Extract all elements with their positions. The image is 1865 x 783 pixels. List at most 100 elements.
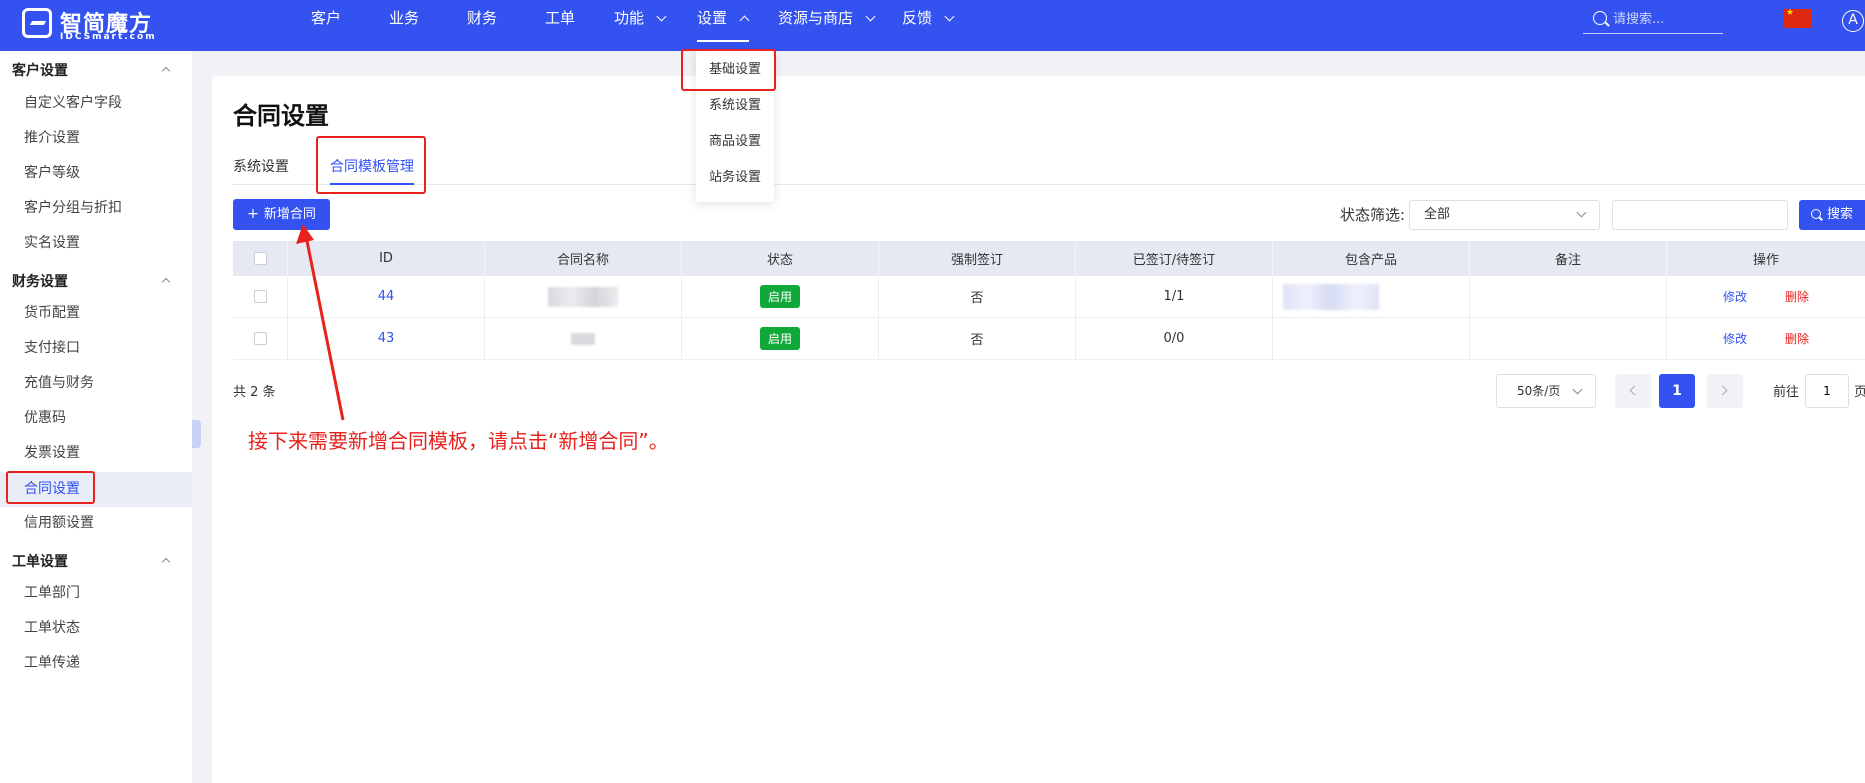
- header-contract-name: 合同名称: [485, 241, 682, 276]
- nav-label: 资源与商店: [778, 9, 854, 27]
- sidebar-item-invoice[interactable]: 发票设置: [0, 436, 192, 471]
- sidebar-group-finance[interactable]: 财务设置: [12, 271, 68, 291]
- status-filter-label: 状态筛选:: [1340, 206, 1406, 224]
- dropdown-item-product-settings[interactable]: 商品设置: [696, 127, 774, 157]
- goto-suffix: 页: [1854, 385, 1865, 400]
- nav-resources-store[interactable]: 资源与商店: [778, 0, 876, 36]
- status-badge: 启用: [759, 327, 800, 350]
- nav-ticket[interactable]: 工单: [545, 0, 575, 36]
- nav-label: 反馈: [902, 9, 933, 27]
- global-search: [1583, 4, 1723, 34]
- add-contract-button[interactable]: + 新增合同: [233, 199, 330, 230]
- cell-remark: [1470, 276, 1667, 317]
- select-all-checkbox[interactable]: [253, 252, 267, 265]
- cell-contract-name: [485, 276, 682, 317]
- nav-function[interactable]: 功能: [614, 0, 667, 36]
- sidebar-item-credit[interactable]: 信用额设置: [0, 506, 192, 541]
- sidebar-item-ticket-transfer[interactable]: 工单传递: [0, 646, 192, 681]
- delete-link[interactable]: 删除: [1785, 288, 1809, 305]
- global-search-input[interactable]: [1613, 8, 1718, 30]
- status-filter-select[interactable]: 全部: [1409, 200, 1600, 230]
- row-checkbox[interactable]: [253, 290, 267, 303]
- nav-finance[interactable]: 财务: [467, 0, 497, 36]
- tab-system-settings[interactable]: 系统设置: [233, 156, 289, 176]
- chevron-down-icon: [1576, 207, 1587, 218]
- nav-label: 设置: [697, 9, 728, 27]
- chevron-down-icon: [656, 11, 667, 22]
- tab-divider: [233, 184, 1865, 185]
- header-id: ID: [288, 241, 485, 276]
- cell-actions: 修改 删除: [1667, 318, 1865, 359]
- delete-link[interactable]: 删除: [1785, 330, 1809, 347]
- keyword-input[interactable]: [1612, 200, 1788, 230]
- sidebar-item-referral[interactable]: 推介设置: [0, 121, 192, 156]
- sidebar-item-coupon[interactable]: 优惠码: [0, 401, 192, 436]
- edit-link[interactable]: 修改: [1723, 288, 1747, 305]
- header-products: 包含产品: [1273, 241, 1470, 276]
- header-checkbox-cell: [233, 241, 288, 276]
- nav-label: 业务: [389, 9, 420, 27]
- nav-label: 功能: [614, 9, 645, 27]
- goto-page-input[interactable]: [1805, 374, 1849, 408]
- china-flag-icon[interactable]: [1783, 8, 1811, 28]
- chevron-down-icon: [865, 11, 876, 22]
- sidebar-item-ticket-status[interactable]: 工单状态: [0, 611, 192, 646]
- header-status: 状态: [682, 241, 879, 276]
- edit-link[interactable]: 修改: [1723, 330, 1747, 347]
- nav-customer[interactable]: 客户: [311, 0, 341, 36]
- cell-id: 43: [288, 318, 485, 359]
- dropdown-item-basic-settings[interactable]: 基础设置: [696, 55, 774, 85]
- nav-active-indicator: [697, 40, 749, 42]
- nav-settings[interactable]: 设置: [697, 0, 750, 36]
- brand-subtitle: IDCSmart.com: [60, 32, 157, 42]
- status-badge: 启用: [759, 285, 800, 308]
- cell-products: [1273, 318, 1470, 359]
- contract-id-link[interactable]: 44: [378, 289, 395, 304]
- sidebar-item-customer-group[interactable]: 客户分组与折扣: [0, 191, 192, 226]
- page-size-select[interactable]: 50条/页: [1496, 374, 1596, 408]
- cell-forced: 否: [879, 276, 1076, 317]
- nav-business[interactable]: 业务: [389, 0, 419, 36]
- tab-contract-template[interactable]: 合同模板管理: [330, 156, 414, 176]
- chevron-down-icon: [1572, 384, 1583, 395]
- header-remark: 备注: [1470, 241, 1667, 276]
- sidebar-item-custom-fields[interactable]: 自定义客户字段: [0, 86, 192, 121]
- page-size-value: 50条/页: [1517, 384, 1561, 398]
- sidebar-item-recharge[interactable]: 充值与财务: [0, 366, 192, 401]
- dropdown-item-site-settings[interactable]: 站务设置: [696, 163, 774, 193]
- nav-label: 工单: [545, 9, 576, 27]
- settings-dropdown-menu: 基础设置 系统设置 商品设置 站务设置: [696, 50, 774, 202]
- cell-actions: 修改 删除: [1667, 276, 1865, 317]
- search-icon: [1810, 209, 1821, 219]
- prev-page-button[interactable]: [1615, 374, 1651, 408]
- page-number-current[interactable]: 1: [1659, 374, 1695, 408]
- dropdown-item-system-settings[interactable]: 系统设置: [696, 91, 774, 121]
- sidebar-group-ticket[interactable]: 工单设置: [12, 551, 68, 571]
- chevron-up-icon[interactable]: [161, 66, 171, 76]
- sidebar-group-customer[interactable]: 客户设置: [12, 60, 68, 80]
- chevron-right-icon: [1717, 385, 1728, 396]
- search-icon[interactable]: [1593, 11, 1607, 25]
- top-navbar: 智简魔方 IDCSmart.com 客户 业务 财务 工单 功能 设置 资源与商…: [0, 0, 1865, 51]
- chevron-up-icon[interactable]: [161, 557, 171, 567]
- chevron-up-icon[interactable]: [161, 277, 171, 287]
- sidebar-item-payment[interactable]: 支付接口: [0, 331, 192, 366]
- sidebar-item-real-name[interactable]: 实名设置: [0, 226, 192, 261]
- sidebar-item-currency[interactable]: 货币配置: [0, 296, 192, 331]
- cell-remark: [1470, 318, 1667, 359]
- sidebar-collapse-handle[interactable]: [192, 420, 201, 448]
- sidebar-item-contract[interactable]: 合同设置: [0, 472, 192, 507]
- next-page-button[interactable]: [1707, 374, 1743, 408]
- row-checkbox[interactable]: [253, 332, 267, 345]
- nav-label: 财务: [467, 9, 498, 27]
- search-button[interactable]: 搜索: [1799, 200, 1865, 230]
- cell-products: [1273, 276, 1470, 317]
- contract-id-link[interactable]: 43: [378, 331, 395, 346]
- user-avatar[interactable]: A: [1842, 10, 1864, 32]
- cell-id: 44: [288, 276, 485, 317]
- sidebar-item-customer-level[interactable]: 客户等级: [0, 156, 192, 191]
- brand-logo[interactable]: 智简魔方 IDCSmart.com: [22, 4, 172, 44]
- sidebar-item-ticket-dept[interactable]: 工单部门: [0, 576, 192, 611]
- logo-mark-icon: [22, 8, 52, 38]
- nav-feedback[interactable]: 反馈: [902, 0, 955, 36]
